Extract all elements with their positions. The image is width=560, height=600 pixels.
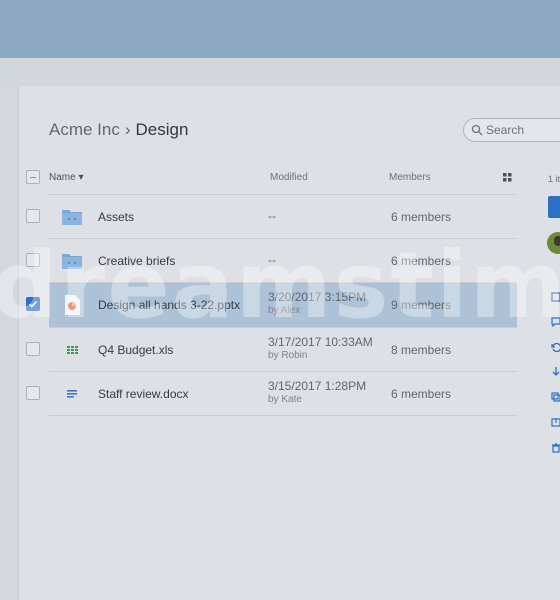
modified-timestamp: 3/17/2017 10:33AM: [268, 335, 373, 349]
column-header-name[interactable]: Name ▾: [49, 172, 83, 183]
table-row[interactable]: Creative briefs -- 6 members: [0, 239, 520, 283]
folder-icon: [62, 210, 82, 225]
row-checkbox-checked[interactable]: [26, 297, 40, 311]
modified-date: 3/20/2017 3:15PM by Alex: [268, 290, 366, 318]
file-name[interactable]: Staff review.docx: [98, 387, 189, 401]
modified-by: by Kate: [268, 394, 302, 405]
spreadsheet-icon: [67, 346, 78, 354]
table-row[interactable]: Staff review.docx 3/15/2017 1:28PM by Kat…: [0, 372, 520, 416]
column-header-members[interactable]: Members: [389, 172, 431, 183]
members-count: 6 members: [391, 210, 452, 224]
selection-count: 1 it: [548, 174, 560, 184]
modified-date: --: [268, 253, 276, 267]
row-checkbox[interactable]: [26, 253, 40, 267]
file-name[interactable]: Assets: [98, 210, 134, 224]
table-row-selected[interactable]: Design all hands 3-22.pptx 3/20/2017 3:1…: [26, 283, 517, 327]
modified-date: 3/17/2017 10:33AM by Robin: [268, 335, 373, 363]
modified-date: --: [268, 209, 276, 223]
modified-by: by Robin: [268, 350, 308, 361]
modified-timestamp: 3/20/2017 3:15PM: [268, 290, 367, 304]
move-icon[interactable]: [551, 366, 560, 376]
breadcrumb-parent[interactable]: Acme Inc: [49, 120, 120, 139]
divider: [49, 415, 517, 416]
file-name[interactable]: Design all hands 3-22.pptx: [98, 298, 240, 312]
folder-icon: [62, 254, 82, 269]
search-input[interactable]: [486, 122, 560, 138]
undo-icon[interactable]: [551, 342, 560, 352]
breadcrumb: Acme Inc › Design: [49, 120, 188, 140]
search-icon: [471, 124, 483, 136]
toolbar-strip: [0, 58, 560, 86]
column-header-modified[interactable]: Modified: [270, 172, 308, 183]
modified-by: by Alex: [268, 305, 301, 316]
grid-view-icon[interactable]: [503, 173, 512, 182]
select-all-checkbox[interactable]: [26, 170, 40, 184]
breadcrumb-current: Design: [135, 120, 189, 139]
copy-icon[interactable]: [551, 392, 560, 402]
presentation-icon: [65, 295, 80, 315]
share-icon[interactable]: [551, 417, 560, 427]
modified-timestamp: 3/15/2017 1:28PM: [268, 379, 367, 393]
file-name[interactable]: Creative briefs: [98, 254, 175, 268]
modified-date: 3/15/2017 1:28PM by Kate: [268, 379, 366, 407]
members-count: 8 members: [391, 343, 452, 357]
open-icon[interactable]: [551, 292, 560, 302]
checkmark-icon: [28, 300, 38, 308]
row-checkbox[interactable]: [26, 342, 40, 356]
members-count: 6 members: [391, 387, 452, 401]
row-checkbox[interactable]: [26, 386, 40, 400]
members-count: 9 members: [391, 298, 452, 312]
row-checkbox[interactable]: [26, 209, 40, 223]
primary-action-button[interactable]: [548, 196, 560, 218]
top-bar: [0, 0, 560, 58]
file-name[interactable]: Q4 Budget.xls: [98, 343, 173, 357]
comment-icon[interactable]: [551, 317, 560, 327]
document-icon: [67, 390, 77, 398]
breadcrumb-separator: ›: [124, 120, 131, 139]
delete-icon[interactable]: [551, 443, 560, 453]
table-row[interactable]: Assets -- 6 members: [0, 195, 520, 239]
table-row[interactable]: Q4 Budget.xls 3/17/2017 10:33AM by Robin …: [0, 328, 520, 372]
members-count: 6 members: [391, 254, 452, 268]
search-box[interactable]: [463, 118, 560, 142]
